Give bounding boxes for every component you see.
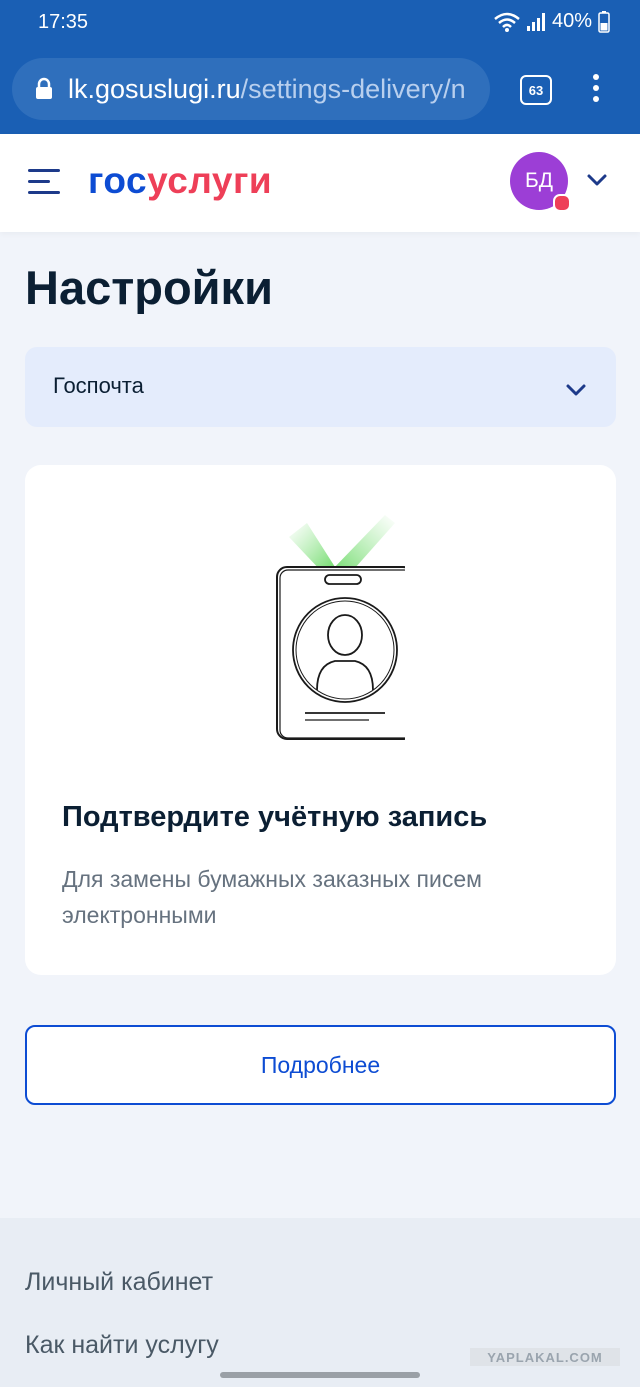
status-bar: 17:35 40% <box>0 0 640 44</box>
status-icons: 40% <box>494 10 610 33</box>
status-time: 17:35 <box>38 11 89 33</box>
dropdown-selected-value: Госпочта <box>53 373 144 398</box>
hamburger-menu-icon[interactable] <box>28 167 60 197</box>
section-dropdown[interactable]: Госпочта <box>25 347 616 427</box>
url-path: /settings-delivery/n <box>240 73 466 104</box>
lock-icon <box>36 77 52 99</box>
id-badge-illustration <box>276 515 405 740</box>
card-title: Подтвердите учётную запись <box>62 801 488 833</box>
more-details-button[interactable]: Подробнее <box>25 1025 616 1105</box>
battery-percent: 40% <box>551 10 592 32</box>
app-header: госуслуги БД <box>0 134 640 232</box>
gosuslugi-logo[interactable]: госуслуги <box>88 160 272 202</box>
page-title: Настройки <box>25 261 273 314</box>
watermark: YAPLAKAL.COM <box>470 1348 620 1366</box>
address-bar[interactable]: lk.gosuslugi.ru/settings-delivery/n <box>12 58 490 120</box>
url-text: lk.gosuslugi.ru/settings-delivery/n <box>68 74 466 105</box>
browser-menu-icon[interactable] <box>590 74 602 104</box>
wifi-icon <box>494 12 520 32</box>
card-description: Для замены бумажных заказных писем элект… <box>62 866 482 928</box>
battery-icon <box>598 10 610 33</box>
url-domain: lk.gosuslugi.ru <box>68 73 241 104</box>
signal-icon <box>526 12 545 31</box>
notification-dot <box>553 194 571 212</box>
footer-link-personal-account[interactable]: Личный кабинет <box>25 1268 213 1297</box>
tabs-count-button[interactable]: 63 <box>520 75 552 105</box>
confirm-account-card: Подтвердите учётную запись Для замены бу… <box>25 465 616 975</box>
home-gesture-bar[interactable] <box>220 1372 420 1378</box>
chevron-down-icon <box>566 384 586 396</box>
chevron-down-icon[interactable] <box>586 172 608 188</box>
browser-toolbar: lk.gosuslugi.ru/settings-delivery/n 63 <box>0 44 640 134</box>
footer-link-find-service[interactable]: Как найти услугу <box>25 1331 219 1360</box>
